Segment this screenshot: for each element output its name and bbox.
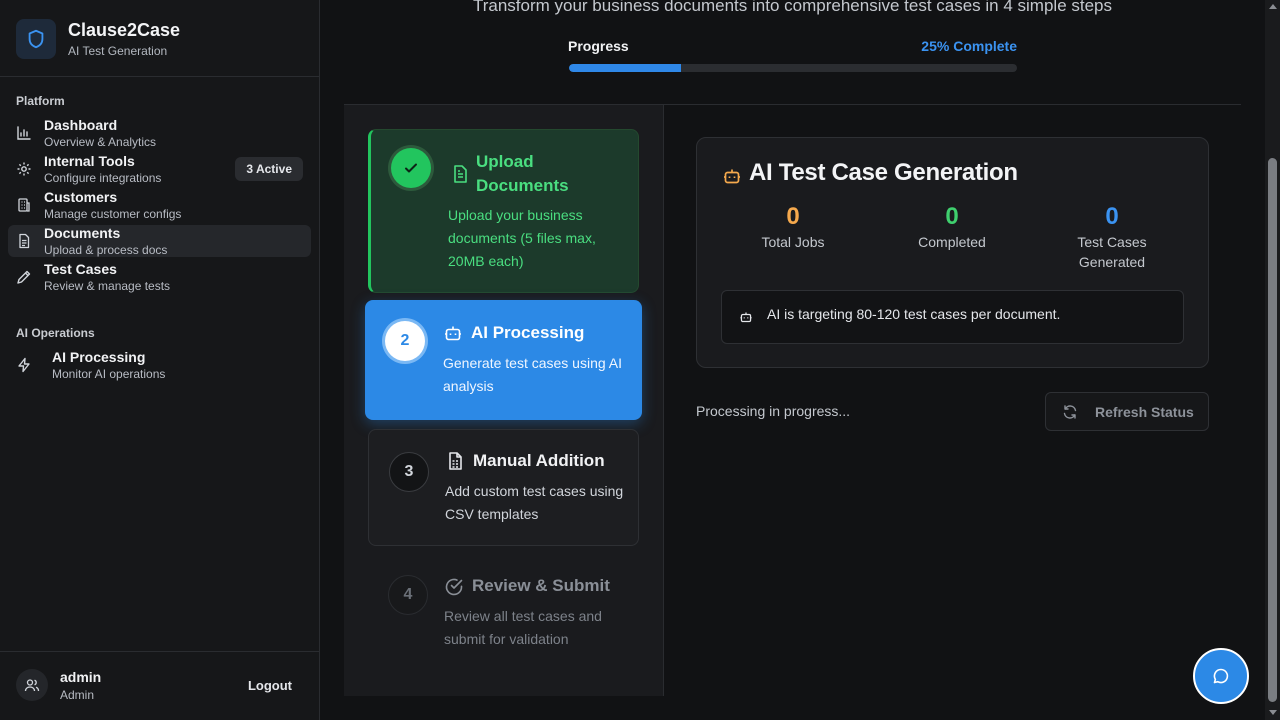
spreadsheet-icon [449, 452, 462, 470]
stat-value: 0 [1105, 203, 1119, 230]
bot-icon [445, 326, 461, 341]
sidebar-item-customers[interactable]: Customers Manage customer configs [8, 189, 311, 221]
stat-value: 0 [786, 203, 800, 230]
step-title: AI Processing [471, 323, 585, 342]
stat-value: 0 [945, 203, 959, 230]
document-icon [454, 165, 467, 183]
step-description: Review all test cases and submit for val… [444, 608, 602, 647]
chat-button[interactable] [1193, 648, 1249, 704]
step-description: Add custom test cases using CSV template… [445, 483, 624, 522]
document-icon [19, 233, 30, 249]
step-title: Manual Addition [473, 451, 605, 470]
section-label-platform: Platform [16, 94, 65, 108]
user-role: Admin [60, 688, 95, 702]
sidebar-item-desc: Monitor AI operations [52, 367, 166, 381]
logout-button[interactable]: Logout [238, 672, 302, 700]
users-icon [24, 679, 40, 692]
ai-generation-card: AI Test Case Generation 0 Total Jobs 0 C… [696, 137, 1209, 368]
sidebar-item-documents[interactable]: Documents Upload & process docs [8, 225, 311, 257]
step-number: 4 [388, 575, 428, 615]
sidebar-item-title: Internal Tools [44, 153, 135, 169]
sidebar-item-dashboard[interactable]: Dashboard Overview & Analytics [8, 117, 311, 149]
check-circle-icon [445, 578, 463, 596]
sidebar-item-desc: Review & manage tests [44, 279, 171, 293]
info-note: AI is targeting 80-120 test cases per do… [721, 290, 1184, 344]
step-title: Upload Documents [476, 152, 569, 195]
check-icon [391, 148, 431, 188]
scrollbar[interactable] [1265, 0, 1280, 720]
chat-bubble-icon [1213, 668, 1229, 684]
refresh-icon [1063, 405, 1077, 419]
stat-total-jobs: 0 Total Jobs [718, 202, 868, 252]
step-upload-documents[interactable]: Upload Documents Upload your business do… [368, 129, 639, 293]
lightning-icon [18, 357, 30, 373]
sidebar-item-test-cases[interactable]: Test Cases Review & manage tests [8, 261, 311, 293]
pencil-icon [17, 270, 31, 284]
card-title: AI Test Case Generation [749, 159, 1018, 186]
progress-label: Progress [568, 38, 629, 54]
step-review-submit[interactable]: 4 Review & Submit Review all test cases … [368, 557, 639, 674]
stat-label: Completed [918, 234, 986, 250]
bar-chart-icon [17, 126, 31, 140]
building-icon [18, 198, 30, 212]
stat-label: Total Jobs [761, 234, 825, 250]
step-description: Upload your business documents (5 files … [448, 207, 596, 269]
brand-subtitle: AI Test Generation [68, 44, 168, 58]
progress-bar-fill [569, 64, 681, 72]
bot-icon [740, 312, 752, 323]
step-ai-processing[interactable]: 2 AI Processing Generate test cases usin… [365, 300, 642, 420]
stat-completed: 0 Completed [877, 202, 1027, 252]
sidebar-item-title: AI Processing [52, 349, 146, 365]
sidebar-item-title: Dashboard [44, 117, 118, 133]
sidebar-item-ai-processing[interactable]: AI Processing Monitor AI operations [8, 349, 311, 381]
refresh-status-button[interactable]: Refresh Status [1045, 392, 1209, 431]
sidebar-item-desc: Configure integrations [44, 171, 162, 185]
sidebar-item-desc: Upload & process docs [44, 243, 168, 257]
brand[interactable]: Clause2Case AI Test Generation [16, 18, 180, 60]
scrollbar-thumb[interactable] [1268, 158, 1277, 702]
step-manual-addition[interactable]: 3 Manual Addition Add custom test cases … [368, 429, 639, 546]
divider [0, 651, 319, 652]
step-number: 3 [389, 452, 429, 492]
progress-percent: 25% Complete [921, 38, 1017, 54]
bot-icon [724, 169, 740, 184]
sidebar-item-title: Documents [44, 225, 121, 241]
refresh-label: Refresh Status [1095, 404, 1194, 420]
stat-label: Test Cases Generated [1077, 234, 1147, 270]
status-badge: 3 Active [235, 157, 303, 181]
section-label-ai-operations: AI Operations [16, 326, 95, 340]
step-title: Review & Submit [472, 576, 610, 595]
note-text: AI is targeting 80-120 test cases per do… [767, 306, 1061, 322]
step-description: Generate test cases using AI analysis [443, 355, 622, 394]
sidebar-item-internal-tools[interactable]: Internal Tools Configure integrations 3 … [8, 153, 311, 185]
sidebar-item-desc: Overview & Analytics [44, 135, 157, 149]
scroll-up-arrow-icon[interactable] [1269, 4, 1277, 9]
steps-panel: Upload Documents Upload your business do… [344, 105, 664, 696]
gear-icon [17, 162, 31, 176]
sidebar-item-title: Test Cases [44, 261, 117, 277]
user-name: admin [60, 669, 102, 685]
avatar[interactable] [16, 669, 48, 701]
sidebar: Clause2Case AI Test Generation Platform … [0, 0, 320, 720]
sidebar-item-title: Customers [44, 189, 118, 205]
shield-icon [16, 19, 56, 59]
sidebar-item-desc: Manage customer configs [44, 207, 182, 221]
step-number: 2 [385, 321, 425, 361]
page-subtitle: Transform your business documents into c… [472, 0, 1113, 15]
scroll-down-arrow-icon[interactable] [1269, 710, 1277, 715]
progress-bar [569, 64, 1017, 72]
brand-title: Clause2Case [68, 20, 181, 40]
stat-test-cases-generated: 0 Test Cases Generated [1037, 202, 1187, 272]
divider [0, 76, 319, 77]
processing-status: Processing in progress... [696, 403, 851, 419]
